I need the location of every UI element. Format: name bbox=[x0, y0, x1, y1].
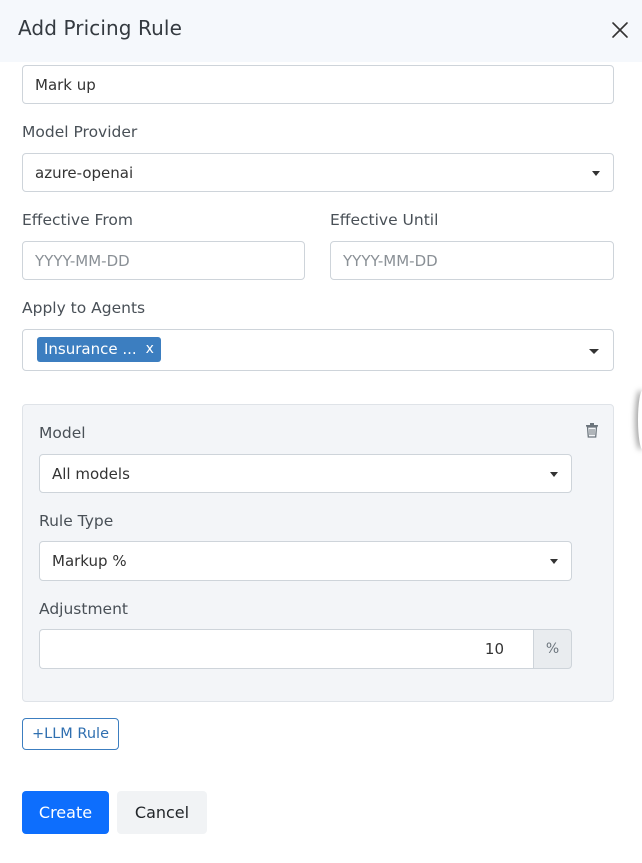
trash-icon bbox=[586, 423, 598, 438]
add-llm-rule-button[interactable]: +LLM Rule bbox=[22, 718, 119, 750]
model-provider-select[interactable]: azure-openai bbox=[22, 153, 614, 192]
agent-tag: Insurance ... x bbox=[37, 337, 161, 362]
effective-until-label: Effective Until bbox=[330, 211, 439, 229]
model-value: All models bbox=[52, 465, 130, 483]
effective-from-label: Effective From bbox=[22, 211, 133, 229]
close-button[interactable] bbox=[608, 18, 632, 42]
model-label: Model bbox=[39, 424, 86, 442]
percent-suffix: % bbox=[533, 629, 572, 669]
adjustment-input[interactable] bbox=[39, 629, 533, 669]
delete-rule-button[interactable] bbox=[585, 422, 599, 438]
llm-rule-card: Model All models Rule Type Markup % Adju… bbox=[22, 404, 614, 702]
rule-name-input[interactable] bbox=[22, 65, 614, 104]
caret-down-icon bbox=[550, 559, 558, 564]
caret-down-icon bbox=[589, 349, 599, 354]
caret-down-icon bbox=[550, 472, 558, 477]
effective-until-input[interactable] bbox=[330, 241, 614, 280]
model-select[interactable]: All models bbox=[39, 454, 572, 493]
effective-from-input[interactable] bbox=[22, 241, 305, 280]
modal-header: Add Pricing Rule bbox=[0, 0, 642, 62]
rule-type-select[interactable]: Markup % bbox=[39, 541, 572, 581]
agent-tag-remove-button[interactable]: x bbox=[146, 337, 154, 362]
apply-to-agents-label: Apply to Agents bbox=[22, 299, 146, 317]
modal-title: Add Pricing Rule bbox=[18, 16, 182, 40]
agent-tag-label: Insurance ... bbox=[44, 340, 137, 358]
apply-to-agents-select[interactable]: Insurance ... x bbox=[22, 329, 614, 371]
adjustment-label: Adjustment bbox=[39, 600, 128, 618]
model-provider-value: azure-openai bbox=[35, 164, 134, 182]
rule-type-label: Rule Type bbox=[39, 512, 114, 530]
edge-shadow bbox=[638, 390, 642, 450]
adjustment-group: % bbox=[39, 629, 572, 669]
model-provider-label: Model Provider bbox=[22, 123, 138, 141]
cancel-button[interactable]: Cancel bbox=[117, 791, 207, 834]
rule-type-value: Markup % bbox=[52, 552, 127, 570]
caret-down-icon bbox=[592, 171, 600, 176]
close-icon bbox=[612, 22, 628, 38]
create-button[interactable]: Create bbox=[22, 791, 109, 834]
